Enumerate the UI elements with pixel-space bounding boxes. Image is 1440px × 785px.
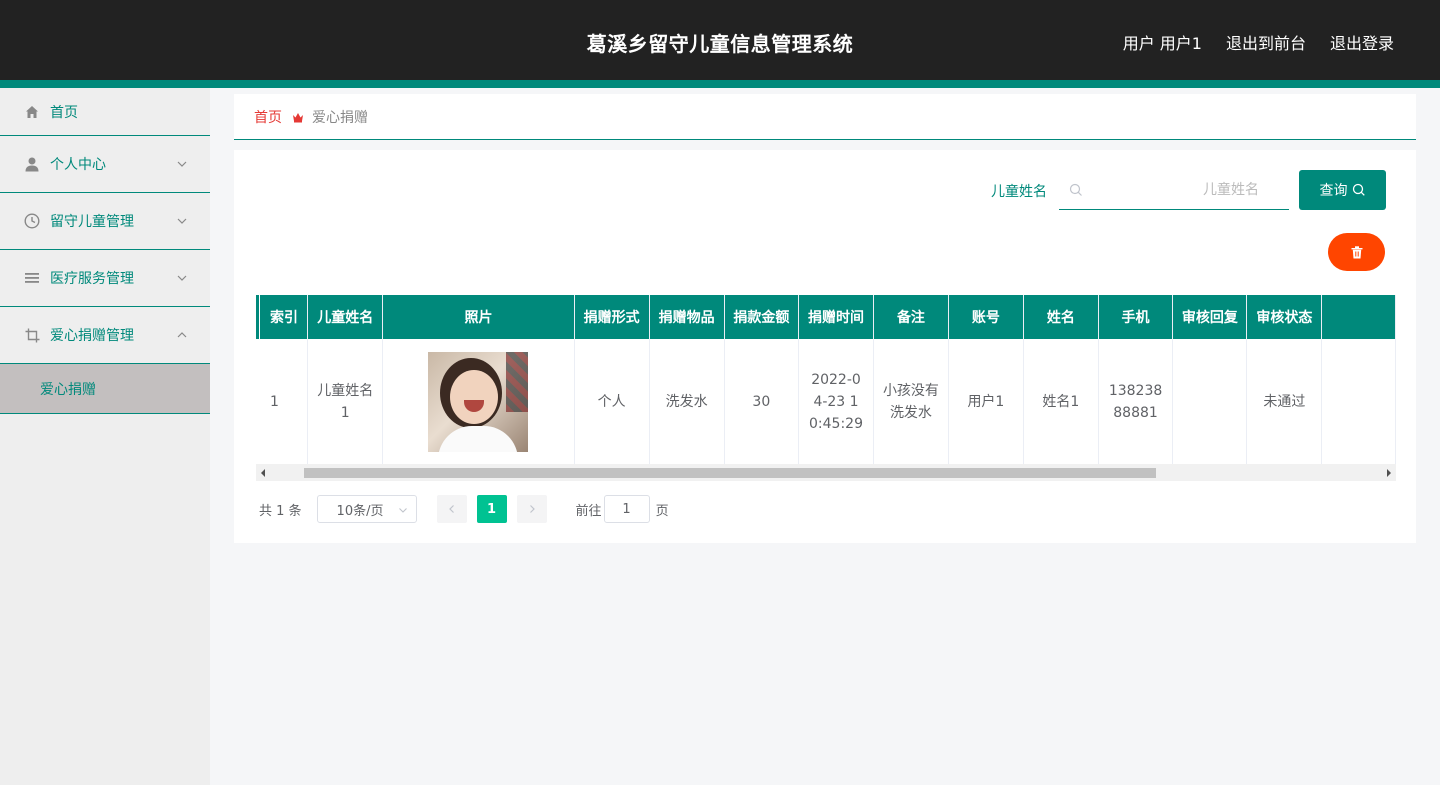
- trash-icon: [1351, 245, 1362, 258]
- main-content-card: 儿童姓名 查询 索引 儿童姓名 照片 捐赠形式 捐赠物品 捐款金额 捐: [234, 150, 1416, 543]
- cell-child-name: 儿童姓名1: [307, 339, 384, 466]
- chevron-right-icon: [529, 505, 535, 513]
- cell-photo: [382, 339, 575, 466]
- table-header-row: 索引 儿童姓名 照片 捐赠形式 捐赠物品 捐款金额 捐赠时间 备注 账号 姓名 …: [260, 295, 1396, 339]
- column-header: 姓名: [1023, 295, 1099, 339]
- column-header: 审核回复: [1172, 295, 1248, 339]
- page-number-current[interactable]: 1: [476, 495, 507, 523]
- delete-button[interactable]: [1328, 233, 1385, 271]
- horizontal-scrollbar[interactable]: [256, 464, 1396, 481]
- page-size-select[interactable]: 10条/页: [316, 495, 417, 523]
- column-header: 捐赠时间: [798, 295, 874, 339]
- search-label: 儿童姓名: [991, 184, 1047, 200]
- column-header: 捐赠物品: [649, 295, 725, 339]
- cell-review-reply: [1172, 339, 1248, 466]
- user-icon: [24, 156, 40, 172]
- cell-review-status: 未通过: [1246, 339, 1323, 466]
- list-icon: [24, 270, 40, 286]
- donation-table: 索引 儿童姓名 照片 捐赠形式 捐赠物品 捐款金额 捐赠时间 备注 账号 姓名 …: [260, 295, 1396, 466]
- scroll-left-arrow[interactable]: [261, 469, 265, 477]
- search-input[interactable]: [1093, 178, 1259, 202]
- sidebar-item-home[interactable]: 首页: [0, 88, 210, 136]
- home-icon: [24, 104, 40, 120]
- chevron-down-icon: [177, 218, 187, 224]
- sidebar-item-label: 医疗服务管理: [50, 271, 134, 287]
- cell-phone: 13823888881: [1098, 339, 1174, 466]
- header-accent-line: [0, 80, 1440, 88]
- sidebar-item-label: 个人中心: [50, 157, 106, 173]
- cell-donation-item: 洗发水: [649, 339, 725, 466]
- data-table: 索引 儿童姓名 照片 捐赠形式 捐赠物品 捐款金额 捐赠时间 备注 账号 姓名 …: [256, 295, 1396, 482]
- sidebar-item-label: 首页: [50, 104, 78, 121]
- sidebar-item-personal-center[interactable]: 个人中心: [0, 136, 210, 193]
- cell-actions: [1321, 339, 1396, 466]
- sidebar-item-medical-service[interactable]: 医疗服务管理: [0, 250, 210, 307]
- column-header: 账号: [948, 295, 1024, 339]
- cell-donation-form: 个人: [574, 339, 650, 466]
- goto-page-input[interactable]: [603, 495, 650, 523]
- table-row[interactable]: 1 儿童姓名1 个人 洗发水 30 2022-04-23 10:45:29 小孩…: [260, 339, 1396, 466]
- column-header: 儿童姓名: [307, 295, 384, 339]
- breadcrumb-current: 爱心捐赠: [312, 109, 368, 126]
- clock-icon: [24, 213, 40, 229]
- column-header: 审核状态: [1246, 295, 1323, 339]
- photo-background: [506, 351, 529, 412]
- crown-icon: [292, 111, 304, 123]
- sidebar-item-donation-management[interactable]: 爱心捐赠管理: [0, 307, 210, 364]
- chevron-down-icon: [177, 161, 187, 167]
- column-header: 捐赠形式: [574, 295, 650, 339]
- column-header: 索引: [260, 295, 309, 339]
- sidebar-item-label: 留守儿童管理: [50, 214, 134, 230]
- sidebar: 首页 个人中心 留守儿童管理 医疗服务管理 爱心捐赠管理 爱心捐赠: [0, 88, 210, 785]
- cell-amount: 30: [724, 339, 800, 466]
- column-header: 照片: [382, 295, 575, 339]
- cell-index: 1: [260, 339, 309, 466]
- top-header: 葛溪乡留守儿童信息管理系统 用户 用户1 退出到前台 退出登录: [0, 0, 1440, 80]
- query-button[interactable]: 查询: [1299, 170, 1386, 210]
- child-photo[interactable]: [428, 351, 529, 452]
- query-button-label: 查询: [1319, 183, 1348, 199]
- scrollbar-thumb[interactable]: [304, 468, 1156, 478]
- column-header-actions: [1321, 295, 1396, 339]
- search-icon: [1069, 183, 1082, 196]
- chevron-up-icon: [177, 332, 187, 338]
- photo-shirt: [438, 425, 519, 452]
- goto-suffix: 页: [655, 503, 669, 519]
- pagination-total: 共 1 条: [259, 503, 302, 519]
- next-page-button[interactable]: [516, 495, 547, 523]
- sidebar-item-label: 爱心捐赠管理: [50, 328, 134, 344]
- cell-time: 2022-04-23 10:45:29: [798, 339, 874, 466]
- header-links: 用户 用户1 退出到前台 退出登录: [1123, 30, 1394, 54]
- page-size-value: 10条/页: [336, 503, 384, 519]
- pagination: 共 1 条 10条/页 1 前往 页: [259, 495, 669, 523]
- sidebar-subitem-label: 爱心捐赠: [40, 381, 96, 398]
- column-header: 捐款金额: [724, 295, 800, 339]
- logout-link[interactable]: 退出登录: [1330, 30, 1394, 54]
- search-field: [1059, 170, 1289, 210]
- cell-account: 用户1: [948, 339, 1024, 466]
- column-header: 手机: [1098, 295, 1174, 339]
- search-icon: [1352, 183, 1365, 196]
- breadcrumb-home-link[interactable]: 首页: [254, 107, 282, 127]
- chevron-left-icon: [448, 505, 454, 513]
- goto-label: 前往: [575, 503, 602, 519]
- chevron-down-icon: [398, 508, 407, 513]
- exit-to-front-link[interactable]: 退出到前台: [1226, 30, 1306, 54]
- prev-page-button[interactable]: [436, 495, 467, 523]
- photo-face: [450, 369, 499, 424]
- cell-remark: 小孩没有洗发水: [873, 339, 949, 466]
- column-header: 备注: [873, 295, 949, 339]
- breadcrumb: 首页 爱心捐赠: [234, 94, 1416, 140]
- chevron-down-icon: [177, 275, 187, 281]
- current-user-label: 用户 用户1: [1122, 34, 1202, 53]
- crop-icon: [24, 327, 40, 343]
- sidebar-item-children-management[interactable]: 留守儿童管理: [0, 193, 210, 250]
- cell-name: 姓名1: [1023, 339, 1099, 466]
- sidebar-subitem-donation[interactable]: 爱心捐赠: [0, 364, 210, 414]
- scroll-right-arrow[interactable]: [1387, 469, 1391, 477]
